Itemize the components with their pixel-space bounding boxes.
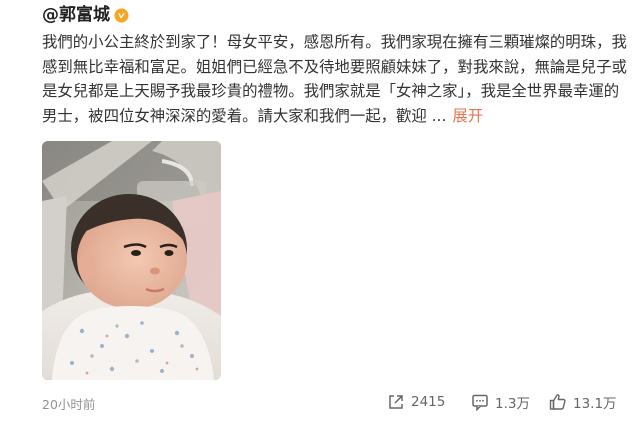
- like-button[interactable]: 13.1万: [549, 391, 617, 413]
- weibo-post-card: @郭富城 我們的小公主終於到家了！母女平安，感恩所有。我們家現在擁有三顆璀燦的明…: [0, 0, 640, 421]
- expand-link[interactable]: 展开: [452, 107, 483, 125]
- like-count: 13.1万: [573, 396, 617, 412]
- vip-badge-icon: [114, 8, 129, 23]
- post-line-text: 男士，被四位女神深深的愛着。請大家和我們一起，歡迎 ...: [42, 106, 447, 125]
- share-icon: [387, 393, 411, 411]
- post-footer: 20小时前 2415 1.3万 13.1万: [0, 388, 640, 420]
- baby-photo-illustration: [42, 141, 221, 380]
- author-header[interactable]: @郭富城: [42, 4, 129, 26]
- post-body: 我們的小公主終於到家了！母女平安，感恩所有。我們家現在擁有三顆璀燦的明珠，我 感…: [42, 30, 627, 129]
- comment-icon: [471, 393, 495, 411]
- comment-button[interactable]: 1.3万: [471, 391, 530, 413]
- post-line: 我們的小公主終於到家了！母女平安，感恩所有。我們家現在擁有三顆璀燦的明珠，我: [42, 33, 627, 51]
- post-line: 是女兒都是上天賜予我最珍貴的禮物。我們家就是「女神之家」，我是全世界最幸運的: [42, 82, 620, 100]
- share-button[interactable]: 2415: [387, 391, 445, 413]
- post-photo[interactable]: [42, 141, 221, 380]
- post-line: 感到無比幸福和富足。姐姐們已經急不及待地要照顧妹妹了，對我來說，無論是兒子或: [42, 57, 627, 76]
- comment-count: 1.3万: [495, 396, 530, 412]
- share-count: 2415: [411, 394, 446, 410]
- thumbs-up-icon: [549, 393, 573, 411]
- post-timestamp[interactable]: 20小时前: [42, 394, 95, 413]
- author-name[interactable]: @郭富城: [42, 4, 110, 26]
- post-line-last: 男士，被四位女神深深的愛着。請大家和我們一起，歡迎 ... 展开: [42, 104, 622, 129]
